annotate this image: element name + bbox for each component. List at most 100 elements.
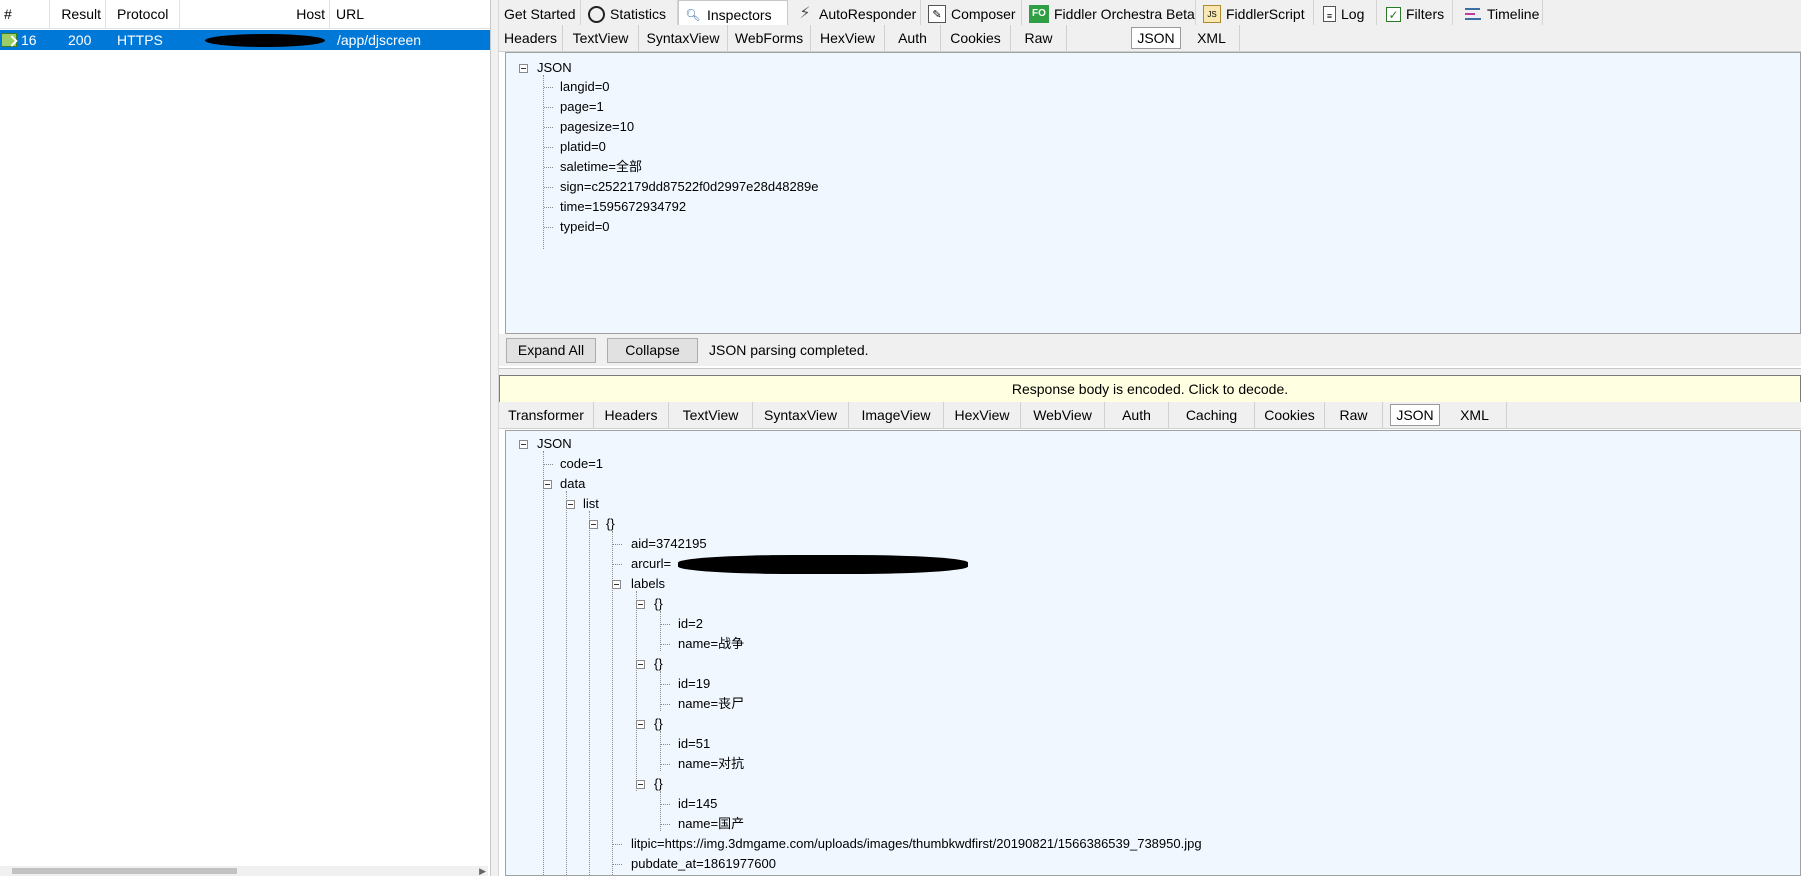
scrollbar-thumb[interactable] [12, 868, 237, 874]
tree-node-label-name[interactable]: name=丧尸 [678, 695, 744, 713]
collapse-toggle-icon[interactable] [612, 580, 621, 589]
tree-node-arcurl[interactable]: arcurl= [631, 555, 671, 573]
tab-response-webview[interactable]: WebView [1021, 402, 1105, 428]
tree-node-label-name[interactable]: name=战争 [678, 635, 744, 653]
tree-node-langid[interactable]: langid=0 [560, 78, 610, 96]
tab-autoresponder[interactable]: ⚡︎ AutoResponder [788, 0, 921, 28]
fo-icon: FO [1029, 5, 1049, 24]
tree-node-object[interactable]: {} [654, 715, 663, 733]
tab-response-textview[interactable]: TextView [669, 402, 753, 428]
tree-node-label-id[interactable]: id=2 [678, 615, 703, 633]
tab-request-textview[interactable]: TextView [563, 25, 639, 51]
tab-request-cookies[interactable]: Cookies [941, 25, 1011, 51]
tree-node-code[interactable]: code=1 [560, 455, 603, 473]
session-result: 200 [68, 32, 92, 48]
collapse-toggle-icon[interactable] [566, 500, 575, 509]
tree-node-data[interactable]: data [560, 475, 585, 493]
tab-get-started-label: Get Started [504, 6, 576, 22]
tree-node-saletime[interactable]: saletime=全部 [560, 158, 642, 176]
tree-node-platid[interactable]: platid=0 [560, 138, 606, 156]
collapse-toggle-icon[interactable] [636, 600, 645, 609]
stopwatch-icon [588, 5, 605, 23]
tab-response-caching[interactable]: Caching [1169, 402, 1255, 428]
tree-node-time[interactable]: time=1595672934792 [560, 198, 686, 216]
collapse-toggle-icon[interactable] [636, 780, 645, 789]
tab-request-json[interactable]: JSON [1131, 27, 1181, 49]
tab-response-cookies[interactable]: Cookies [1255, 402, 1325, 428]
collapse-toggle-icon[interactable] [636, 720, 645, 729]
tab-response-xml[interactable]: XML [1443, 402, 1507, 428]
tab-response-auth[interactable]: Auth [1105, 402, 1169, 428]
panel-splitter[interactable] [490, 0, 499, 876]
tab-response-json[interactable]: JSON [1390, 404, 1440, 426]
column-header-number[interactable]: # [0, 0, 50, 28]
column-header-url[interactable]: URL [330, 0, 490, 28]
column-header-result[interactable]: Result [50, 0, 106, 28]
scroll-right-arrow-icon[interactable]: ▶ [479, 866, 486, 877]
tab-inspectors-label: Inspectors [707, 7, 772, 23]
tree-node-label-id[interactable]: id=19 [678, 675, 710, 693]
tree-node-litpic[interactable]: litpic=https://img.3dmgame.com/uploads/i… [631, 835, 1202, 853]
script-icon: JS [1203, 5, 1221, 24]
expand-all-button[interactable]: Expand All [506, 338, 596, 363]
column-header-host[interactable]: Host [180, 0, 330, 28]
tree-node-object[interactable]: {} [654, 775, 663, 793]
tab-composer-label: Composer [951, 6, 1016, 22]
tab-filters[interactable]: ✓ Filters [1377, 0, 1453, 28]
tab-request-headers[interactable]: Headers [499, 25, 563, 51]
tab-response-imageview[interactable]: ImageView [849, 402, 944, 428]
tree-node-pubdate[interactable]: pubdate_at=1861977600 [631, 855, 776, 873]
tab-statistics[interactable]: Statistics [581, 0, 678, 28]
session-list[interactable]: # Result Protocol Host URL 16 200 HTTPS … [0, 0, 490, 876]
tab-log[interactable]: ≡ Log [1314, 0, 1377, 28]
tree-node-pagesize[interactable]: pagesize=10 [560, 118, 634, 136]
tab-request-raw[interactable]: Raw [1011, 25, 1067, 51]
tab-timeline[interactable]: Timeline [1453, 0, 1543, 28]
tree-node-label-name[interactable]: name=对抗 [678, 755, 744, 773]
timeline-icon [1464, 5, 1482, 23]
collapse-toggle-icon[interactable] [589, 520, 598, 529]
request-json-tree[interactable]: JSON langid=0 page=1 pagesize=10 platid=… [505, 52, 1801, 334]
tab-request-hexview[interactable]: HexView [811, 25, 885, 51]
tree-node-label-name[interactable]: name=国产 [678, 815, 744, 833]
tab-response-transformer[interactable]: Transformer [499, 402, 594, 428]
tree-node-list[interactable]: list [583, 495, 599, 513]
tab-request-webforms[interactable]: WebForms [728, 25, 811, 51]
tab-composer[interactable]: ✎ Composer [921, 0, 1022, 28]
tab-response-hexview[interactable]: HexView [944, 402, 1021, 428]
tab-response-syntaxview[interactable]: SyntaxView [753, 402, 849, 428]
tab-request-auth[interactable]: Auth [885, 25, 941, 51]
collapse-toggle-icon[interactable] [519, 64, 528, 73]
tab-request-syntaxview[interactable]: SyntaxView [639, 25, 728, 51]
json-toolbar: Expand All Collapse JSON parsing complet… [499, 334, 1801, 366]
collapse-toggle-icon[interactable] [543, 480, 552, 489]
inspector-splitter[interactable] [499, 368, 1801, 375]
tree-node-object[interactable]: {} [654, 595, 663, 613]
tab-response-raw[interactable]: Raw [1325, 402, 1383, 428]
tab-get-started[interactable]: Get Started [499, 0, 581, 28]
tab-request-xml[interactable]: XML [1184, 25, 1240, 51]
tree-node-sign[interactable]: sign=c2522179dd87522f0d2997e28d48289e [560, 178, 818, 196]
tab-fiddlerscript[interactable]: JS FiddlerScript [1196, 0, 1314, 28]
tree-node-typeid[interactable]: typeid=0 [560, 218, 610, 236]
tab-log-label: Log [1341, 6, 1365, 22]
tree-node-aid[interactable]: aid=3742195 [631, 535, 707, 553]
tree-node-page[interactable]: page=1 [560, 98, 604, 116]
json-parse-status: JSON parsing completed. [709, 342, 869, 358]
tree-node-label-id[interactable]: id=145 [678, 795, 717, 813]
tab-response-headers[interactable]: Headers [594, 402, 669, 428]
horizontal-scrollbar[interactable]: ▶ [0, 866, 488, 876]
tree-node-label-id[interactable]: id=51 [678, 735, 710, 753]
tree-node-object[interactable]: {} [606, 515, 615, 533]
tab-fiddler-orchestra[interactable]: FO Fiddler Orchestra Beta [1022, 0, 1196, 28]
tree-node-object[interactable]: {} [654, 655, 663, 673]
collapse-button[interactable]: Collapse [607, 338, 698, 363]
decode-banner[interactable]: Response body is encoded. Click to decod… [499, 375, 1801, 403]
column-header-protocol[interactable]: Protocol [106, 0, 180, 28]
collapse-toggle-icon[interactable] [636, 660, 645, 669]
checkbox-icon: ✓ [1386, 6, 1401, 22]
response-json-tree[interactable]: JSON code=1 data list {} aid=3742195 arc… [505, 430, 1801, 876]
collapse-toggle-icon[interactable] [519, 440, 528, 449]
document-icon: ≡ [1323, 6, 1336, 23]
session-row[interactable]: 16 200 HTTPS /app/djscreen [0, 30, 490, 50]
